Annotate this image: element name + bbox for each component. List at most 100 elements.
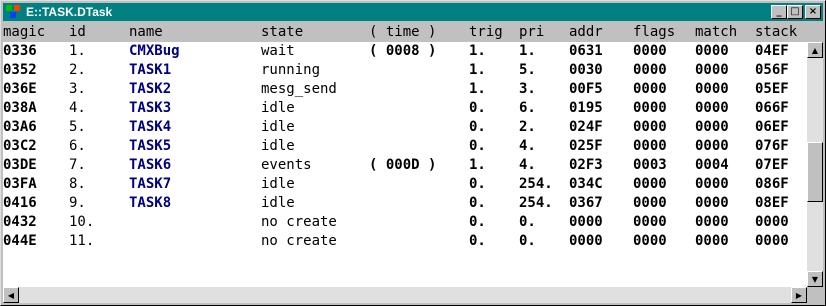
- table-row[interactable]: 03DE 7. TASK6 events ( 000D ) 1. 4. 02F3 0003 000…: [3, 156, 807, 175]
- cell-name[interactable]: TASK5: [129, 137, 171, 156]
- cell-stack: 0000: [755, 214, 789, 230]
- header-cap: [807, 23, 823, 42]
- cell-id: 10.: [69, 214, 95, 230]
- cell-id: 2.: [69, 62, 86, 78]
- table-header: magic id name state ( time ) trig pri addr flags…: [3, 23, 807, 42]
- minimize-button[interactable]: _: [771, 5, 787, 19]
- cell-addr: 024F: [569, 119, 603, 135]
- cell-magic: 03C2: [3, 138, 37, 154]
- table-row[interactable]: 03FA 8. TASK7 idle 0. 254. 034C 0000 0000 086F: [3, 175, 807, 194]
- cell-pri: 1.: [519, 43, 536, 59]
- cell-stack: 05EF: [755, 81, 789, 97]
- close-button[interactable]: ×: [805, 5, 821, 19]
- cell-magic: 0416: [3, 195, 37, 211]
- table-row[interactable]: 0352 2. TASK1 running 1. 5. 0030 0000 0000 056F: [3, 61, 807, 80]
- column-header-name[interactable]: name: [129, 23, 163, 42]
- cell-id: 9.: [69, 195, 86, 211]
- cell-id: 11.: [69, 233, 95, 249]
- column-header-pri[interactable]: pri: [519, 23, 544, 42]
- cell-addr: 0030: [569, 62, 603, 78]
- column-header-match[interactable]: match: [695, 23, 737, 42]
- table-row[interactable]: 038A 4. TASK3 idle 0. 6. 0195 0000 0000 066F: [3, 99, 807, 118]
- cell-addr: 02F3: [569, 157, 603, 173]
- cell-magic: 0352: [3, 62, 37, 78]
- cell-trig: 0.: [469, 233, 486, 249]
- scroll-corner: [807, 287, 823, 303]
- cell-name[interactable]: CMXBug: [129, 42, 180, 61]
- table-row[interactable]: 044E 11. no create 0. 0. 0000 0000 0000 0000: [3, 232, 807, 251]
- table-row[interactable]: 03A6 5. TASK4 idle 0. 2. 024F 0000 0000 06EF: [3, 118, 807, 137]
- cell-addr: 0367: [569, 195, 603, 211]
- cell-stack: 066F: [755, 100, 789, 116]
- cell-name[interactable]: TASK4: [129, 118, 171, 137]
- cell-pri: 0.: [519, 233, 536, 249]
- column-header-state[interactable]: state: [261, 23, 303, 42]
- cell-addr: 0000: [569, 233, 603, 249]
- column-header-magic[interactable]: magic: [3, 23, 45, 42]
- table-row[interactable]: 0416 9. TASK8 idle 0. 254. 0367 0000 0000 08EF: [3, 194, 807, 213]
- table-row[interactable]: 036E 3. TASK2 mesg_send 1. 3. 00F5 0000 0000 05EF: [3, 80, 807, 99]
- column-header-flags[interactable]: flags: [633, 23, 675, 42]
- cell-flags: 0000: [633, 119, 667, 135]
- table-row[interactable]: 03C2 6. TASK5 idle 0. 4. 025F 0000 0000 076F: [3, 137, 807, 156]
- cell-match: 0000: [695, 119, 729, 135]
- cell-state: idle: [261, 138, 295, 154]
- cell-trig: 0.: [469, 100, 486, 116]
- cell-id: 3.: [69, 81, 86, 97]
- cell-magic: 03A6: [3, 119, 37, 135]
- window-app-icon[interactable]: [6, 5, 22, 19]
- column-header-stack[interactable]: stack: [755, 23, 797, 42]
- cell-magic: 036E: [3, 81, 37, 97]
- cell-magic: 038A: [3, 100, 37, 116]
- cell-trig: 1.: [469, 43, 486, 59]
- cell-name[interactable]: TASK8: [129, 194, 171, 213]
- cell-flags: 0003: [633, 157, 667, 173]
- cell-flags: 0000: [633, 195, 667, 211]
- cell-pri: 254.: [519, 176, 553, 192]
- cell-stack: 04EF: [755, 43, 789, 59]
- cell-trig: 1.: [469, 157, 486, 173]
- cell-pri: 2.: [519, 119, 536, 135]
- window-title: E::TASK.DTask: [26, 5, 113, 19]
- table-row[interactable]: 0336 1. CMXBug wait ( 0008 ) 1. 1. 0631 0000 0000…: [3, 42, 807, 61]
- cell-trig: 1.: [469, 81, 486, 97]
- cell-stack: 08EF: [755, 195, 789, 211]
- cell-state: wait: [261, 43, 295, 59]
- arrow-down-icon[interactable]: ▼: [807, 271, 823, 287]
- cell-addr: 0195: [569, 100, 603, 116]
- vertical-scroll-thumb[interactable]: [807, 142, 823, 202]
- cell-flags: 0000: [633, 176, 667, 192]
- column-header-addr[interactable]: addr: [569, 23, 603, 42]
- cell-time: ( 000D ): [369, 157, 437, 173]
- arrow-right-icon[interactable]: ▶: [791, 287, 807, 303]
- cell-pri: 4.: [519, 138, 536, 154]
- cell-state: events: [261, 157, 312, 173]
- cell-pri: 3.: [519, 81, 536, 97]
- cell-name[interactable]: TASK7: [129, 175, 171, 194]
- cell-name[interactable]: TASK3: [129, 99, 171, 118]
- table-row[interactable]: 0432 10. no create 0. 0. 0000 0000 0000 0000: [3, 213, 807, 232]
- cell-match: 0000: [695, 100, 729, 116]
- cell-id: 8.: [69, 176, 86, 192]
- cell-name[interactable]: TASK6: [129, 156, 171, 175]
- cell-time: ( 0008 ): [369, 43, 437, 59]
- column-header-trig[interactable]: trig: [469, 23, 503, 42]
- horizontal-scrollbar[interactable]: ◀ ▶: [3, 287, 807, 303]
- cell-magic: 044E: [3, 233, 37, 249]
- cell-magic: 03DE: [3, 157, 37, 173]
- cell-state: running: [261, 62, 321, 78]
- maximize-button[interactable]: □: [787, 5, 803, 19]
- arrow-up-icon[interactable]: ▲: [807, 42, 823, 58]
- vertical-scrollbar[interactable]: ▲ ▼: [807, 42, 823, 287]
- column-header-id[interactable]: id: [69, 23, 86, 42]
- column-header-time[interactable]: ( time ): [369, 23, 436, 42]
- task-table: magic id name state ( time ) trig pri addr flags…: [3, 23, 807, 287]
- cell-pri: 4.: [519, 157, 536, 173]
- title-bar[interactable]: E::TASK.DTask _ □ ×: [3, 3, 823, 21]
- cell-name[interactable]: TASK1: [129, 61, 171, 80]
- arrow-left-icon[interactable]: ◀: [3, 287, 19, 303]
- cell-magic: 0432: [3, 214, 37, 230]
- cell-name[interactable]: TASK2: [129, 80, 171, 99]
- cell-match: 0000: [695, 214, 729, 230]
- cell-flags: 0000: [633, 43, 667, 59]
